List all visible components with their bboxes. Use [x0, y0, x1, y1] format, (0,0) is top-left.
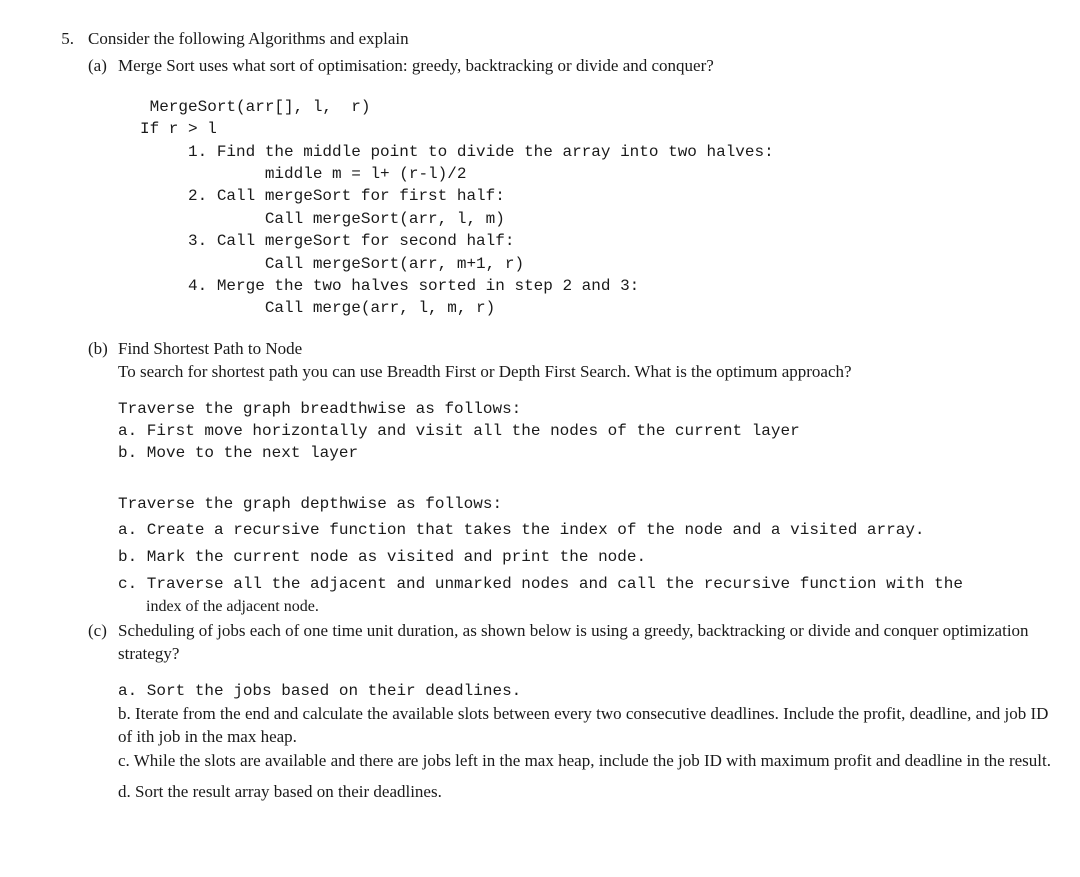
question-intro: Consider the following Algorithms and ex… [88, 28, 1060, 51]
bfs-code: Traverse the graph breadthwise as follow… [118, 398, 1060, 465]
step-c: c. While the slots are available and the… [118, 750, 1060, 773]
part-c-label: (c) [88, 620, 118, 804]
dfs-line4: c. Traverse all the adjacent and unmarke… [118, 572, 1060, 618]
dfs-line4-tail: index of the adjacent node. [146, 598, 319, 615]
part-b: (b) Find Shortest Path to Node To search… [88, 338, 1060, 619]
part-c-steps: a. Sort the jobs based on their deadline… [118, 680, 1060, 804]
step-d: d. Sort the result array based on their … [118, 781, 1060, 804]
part-c-body: Scheduling of jobs each of one time unit… [118, 620, 1060, 804]
part-a-label: (a) [88, 55, 118, 78]
dfs-line4-mono: c. Traverse all the adjacent and unmarke… [118, 575, 963, 593]
step-b: b. Iterate from the end and calculate th… [118, 703, 1060, 749]
part-b-label: (b) [88, 338, 118, 619]
part-b-container: (b) Find Shortest Path to Node To search… [88, 338, 1060, 805]
question-number: 5. [20, 28, 88, 78]
step-a: a. Sort the jobs based on their deadline… [118, 680, 1060, 702]
dfs-line2: a. Create a recursive function that take… [118, 519, 1060, 541]
question-body: Consider the following Algorithms and ex… [88, 28, 1060, 78]
part-a: (a) Merge Sort uses what sort of optimis… [88, 55, 1060, 78]
part-c-prompt: Scheduling of jobs each of one time unit… [118, 620, 1060, 666]
part-b-body: Find Shortest Path to Node To search for… [118, 338, 1060, 619]
part-b-title: Find Shortest Path to Node [118, 338, 1060, 361]
question-row: 5. Consider the following Algorithms and… [20, 28, 1060, 78]
dfs-line1: Traverse the graph depthwise as follows: [118, 493, 1060, 515]
part-c: (c) Scheduling of jobs each of one time … [88, 620, 1060, 804]
mergesort-code: MergeSort(arr[], l, r) If r > l 1. Find … [140, 96, 1060, 320]
part-a-body: Merge Sort uses what sort of optimisatio… [118, 55, 1060, 78]
dfs-line3: b. Mark the current node as visited and … [118, 546, 1060, 568]
part-a-prompt: Merge Sort uses what sort of optimisatio… [118, 56, 714, 75]
part-b-prompt: To search for shortest path you can use … [118, 361, 1060, 384]
